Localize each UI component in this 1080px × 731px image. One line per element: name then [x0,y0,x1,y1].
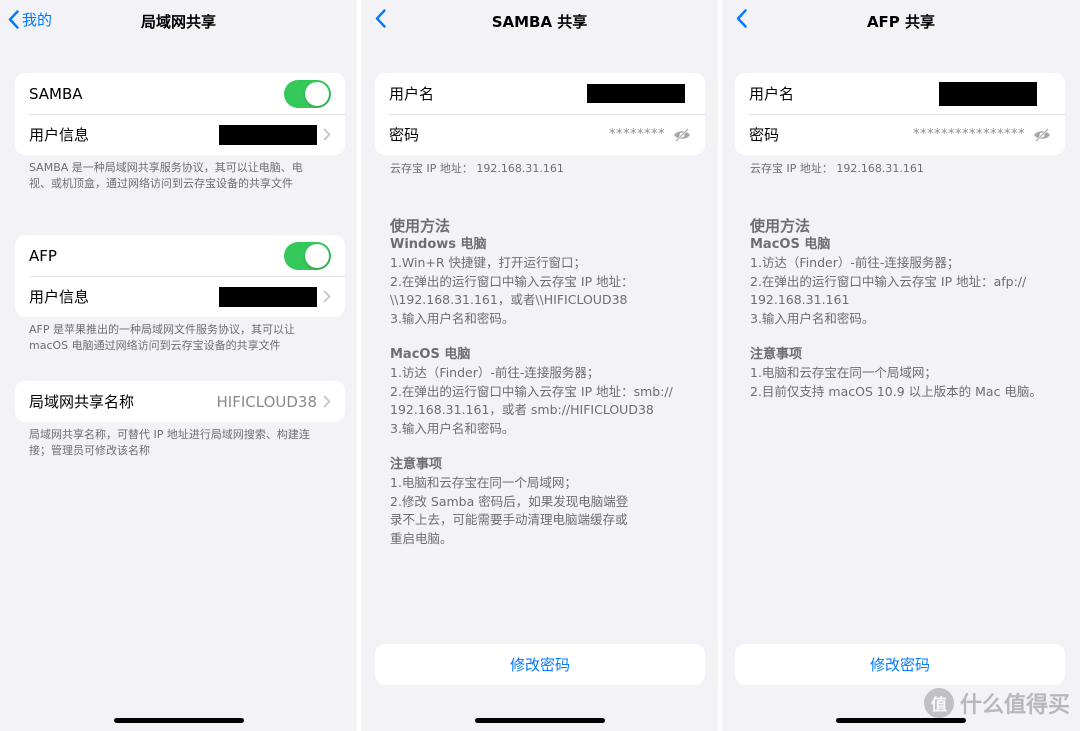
usage-instructions: 使用方法 Windows 电脑 1.Win+R 快捷键，打开运行窗口； 2.在弹… [390,216,710,566]
step-line: 2.在弹出的运行窗口中输入云存宝 IP 地址：smb:// [390,383,673,399]
afp-user-info-row[interactable]: 用户信息 [15,276,345,317]
ip-address: 云存宝 IP 地址： 192.168.31.161 [750,162,924,175]
chevron-right-icon [323,290,331,303]
step-line: 1.Win+R 快捷键，打开运行窗口； [390,255,587,270]
username-label: 用户名 [749,85,795,103]
username-label: 用户名 [389,85,435,103]
password-label: 密码 [389,126,420,144]
note-line: 2.目前仅支持 macOS 10.9 以上版本的 Mac 电脑。 [750,383,1042,399]
samba-user-info-row[interactable]: 用户信息 [15,114,345,155]
user-info-label: 用户信息 [29,288,90,306]
nav-bar: SAMBA 共享 [361,0,718,42]
share-name-label: 局域网共享名称 [29,393,135,411]
eye-slash-icon[interactable] [1033,127,1051,142]
afp-toggle[interactable] [284,241,331,270]
mac-title: MacOS 电脑 [750,237,831,252]
lan-share-screen: 我的 局域网共享 SAMBA 用户信息 SAMBA 是一种局域网共享服务协议，其… [0,0,357,731]
step-line: \\192.168.31.161，或者\\HIFICLOUD38 [390,292,628,307]
share-name-card: 局域网共享名称 HIFICLOUD38 [15,381,345,422]
share-name-description: 局域网共享名称，可替代 IP 地址进行局域网搜索、构建连接；管理员可修改该名称 [29,428,310,457]
windows-title: Windows 电脑 [390,237,487,252]
step-line: 3.输入用户名和密码。 [390,420,515,436]
note-line: 录不上去，可能需要手动清理电脑端缓存或 [390,512,628,527]
page-title: SAMBA 共享 [491,13,588,31]
usage-title: 使用方法 [390,217,451,235]
credentials-card: 用户名 密码 **************** [735,73,1065,155]
samba-label: SAMBA [29,84,83,103]
step-line: 192.168.31.161 [750,292,850,307]
password-masked: ******** [609,127,665,142]
notes-title: 注意事项 [390,457,443,472]
samba-description: SAMBA 是一种局域网共享服务协议，其可以让电脑、电视、或机顶盒，通过网络访问… [29,161,303,190]
redacted-username [587,84,685,103]
note-line: 重启电脑。 [390,530,453,546]
samba-card: SAMBA 用户信息 [15,73,345,155]
username-row: 用户名 [735,73,1065,114]
step-line: 192.168.31.161，或者 smb://HIFICLOUD38 [390,402,654,417]
chevron-right-icon [323,395,331,408]
credentials-card: 用户名 密码 ******** [375,73,705,155]
step-line: 3.输入用户名和密码。 [390,310,515,326]
samba-share-screen: SAMBA 共享 用户名 密码 ******** 云存宝 IP 地址： 192.… [361,0,718,731]
step-line: 1.访达（Finder）-前往-连接服务器； [750,255,960,270]
nav-bar: 我的 局域网共享 [0,0,357,42]
change-password-label: 修改密码 [509,656,570,674]
note-line: 1.电脑和云存宝在同一个局域网； [390,475,577,490]
toggle-knob [305,243,329,268]
afp-row: AFP [15,235,345,276]
toggle-knob [305,81,329,106]
eye-slash-icon[interactable] [673,127,691,142]
step-line: 1.访达（Finder）-前往-连接服务器； [390,365,600,380]
change-password-label: 修改密码 [869,656,930,674]
page-title: 局域网共享 [140,13,216,31]
afp-description: AFP 是苹果推出的一种局域网文件服务协议，其可以让 macOS 电脑通过网络访… [29,323,295,352]
username-row: 用户名 [375,73,705,114]
change-password-button[interactable]: 修改密码 [735,644,1065,685]
note-line: 2.修改 Samba 密码后，如果发现电脑端登 [390,493,629,509]
step-line: 2.在弹出的运行窗口中输入云存宝 IP 地址： [390,273,634,289]
samba-row: SAMBA [15,73,345,114]
share-name-value: HIFICLOUD38 [216,392,317,411]
notes-title: 注意事项 [750,347,803,362]
redacted-username [219,124,317,145]
step-line: 3.输入用户名和密码。 [750,310,875,326]
change-password-button[interactable]: 修改密码 [375,644,705,685]
page-title: AFP 共享 [866,13,936,31]
afp-card: AFP 用户信息 [15,235,345,317]
samba-toggle[interactable] [284,79,331,108]
watermark: 值 什么值得买 [923,687,1070,719]
mac-title: MacOS 电脑 [390,347,471,362]
chevron-right-icon [323,128,331,141]
usage-title: 使用方法 [750,217,811,235]
home-indicator [113,718,244,723]
password-masked: **************** [913,127,1025,142]
password-row: 密码 **************** [735,114,1065,155]
afp-share-screen: AFP 共享 用户名 密码 **************** 云存宝 IP 地址… [722,0,1080,731]
nav-bar: AFP 共享 [722,0,1080,42]
step-line: 2.在弹出的运行窗口中输入云存宝 IP 地址：afp:// [750,273,1027,289]
note-line: 1.电脑和云存宝在同一个局域网； [750,365,937,380]
ip-address: 云存宝 IP 地址： 192.168.31.161 [390,162,564,175]
watermark-text: 什么值得买 [959,693,1070,718]
password-row: 密码 ******** [375,114,705,155]
redacted-username [939,81,1037,106]
usage-instructions: 使用方法 MacOS 电脑 1.访达（Finder）-前往-连接服务器； 2.在… [750,216,1075,419]
home-indicator [474,718,605,723]
password-label: 密码 [749,126,780,144]
share-name-row[interactable]: 局域网共享名称 HIFICLOUD38 [15,381,345,422]
page: 我的 局域网共享 SAMBA 用户信息 SAMBA 是一种局域网共享服务协议，其… [0,0,1080,731]
afp-label: AFP [29,246,57,265]
user-info-label: 用户信息 [29,126,90,144]
redacted-username [219,286,317,307]
watermark-badge: 值 [923,688,954,718]
